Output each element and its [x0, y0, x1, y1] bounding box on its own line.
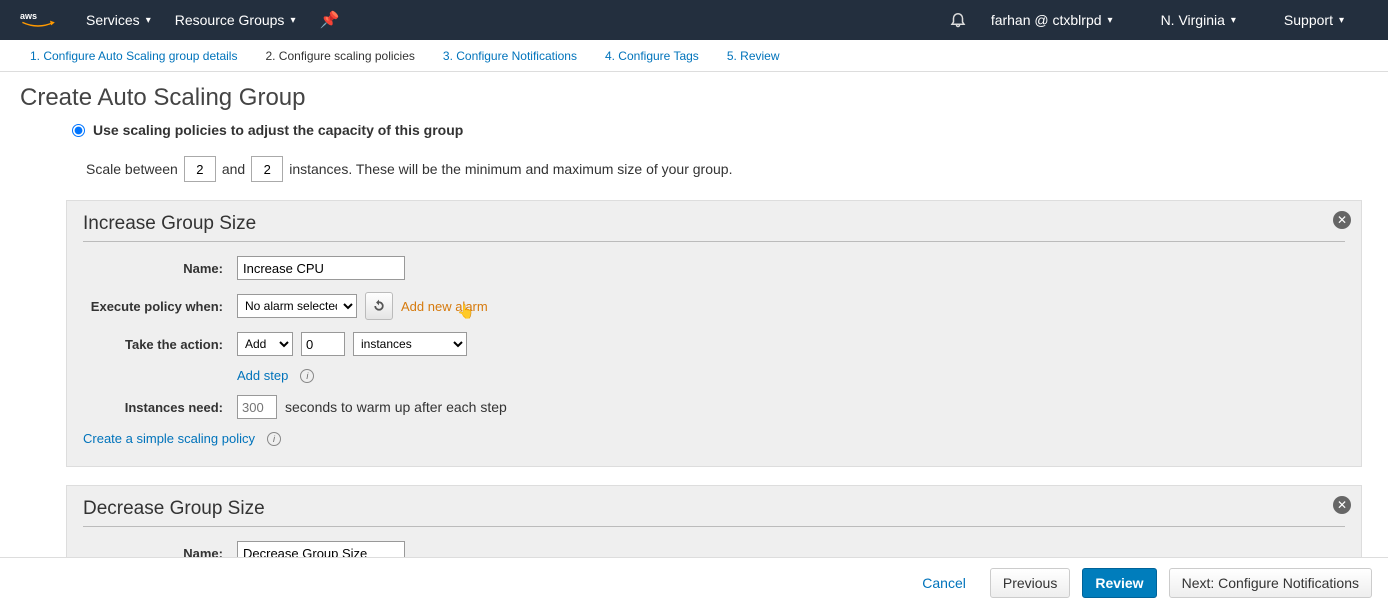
notifications-icon[interactable] [949, 10, 967, 31]
name-row: Name: [83, 256, 1345, 280]
scaling-policies-label: Use scaling policies to adjust the capac… [93, 122, 463, 138]
name-label: Name: [83, 546, 223, 558]
wizard-footer: Cancel Previous Review Next: Configure N… [0, 557, 1388, 607]
increase-group-panel: ✕ Increase Group Size Name: Execute poli… [66, 200, 1362, 467]
aws-logo[interactable]: aws [20, 9, 56, 31]
scale-and: and [222, 161, 245, 177]
info-icon[interactable]: i [300, 369, 314, 383]
cursor-pointer-icon: 👆 [457, 303, 474, 320]
step-1[interactable]: 1. Configure Auto Scaling group details [30, 49, 237, 63]
support-label: Support [1284, 12, 1333, 28]
simple-policy-row: Create a simple scaling policy i [83, 431, 1345, 446]
add-new-alarm-link[interactable]: Add new alarm 👆 [401, 299, 488, 314]
support-menu[interactable]: Support ▾ [1284, 12, 1344, 28]
scale-between-row: Scale between and instances. These will … [86, 156, 1368, 182]
close-icon[interactable]: ✕ [1333, 496, 1351, 514]
warmup-row: Instances need: seconds to warm up after… [83, 395, 1345, 419]
next-button[interactable]: Next: Configure Notifications [1169, 568, 1372, 598]
step-3[interactable]: 3. Configure Notifications [443, 49, 577, 63]
name-row: Name: [83, 541, 1345, 557]
resource-groups-menu[interactable]: Resource Groups ▾ [175, 12, 296, 28]
scale-prefix: Scale between [86, 161, 178, 177]
resource-groups-label: Resource Groups [175, 12, 285, 28]
header-right: farhan @ ctxblrpd ▾ N. Virginia ▾ Suppor… [949, 10, 1368, 31]
decrease-group-panel: ✕ Decrease Group Size Name: [66, 485, 1362, 557]
previous-button[interactable]: Previous [990, 568, 1070, 598]
caret-down-icon: ▾ [290, 15, 295, 26]
take-action-row: Take the action: Add instances [83, 332, 1345, 356]
action-value-input[interactable] [301, 332, 345, 356]
take-action-label: Take the action: [83, 337, 223, 352]
scale-min-input[interactable] [184, 156, 216, 182]
region-menu[interactable]: N. Virginia ▾ [1161, 12, 1236, 28]
pin-icon[interactable]: 📌 [319, 10, 339, 30]
review-button[interactable]: Review [1082, 568, 1156, 598]
execute-when-label: Execute policy when: [83, 299, 223, 314]
warmup-label: Instances need: [83, 400, 223, 415]
region-label: N. Virginia [1161, 12, 1225, 28]
global-header: aws Services ▾ Resource Groups ▾ 📌 farha… [0, 0, 1388, 40]
scaling-mode-row: Use scaling policies to adjust the capac… [72, 122, 1368, 138]
add-step-row: Add step i [83, 368, 1345, 383]
decrease-title: Decrease Group Size [83, 498, 265, 520]
page-title: Create Auto Scaling Group [20, 84, 1368, 112]
caret-down-icon: ▾ [1231, 15, 1236, 26]
name-label: Name: [83, 261, 223, 276]
step-4[interactable]: 4. Configure Tags [605, 49, 699, 63]
refresh-alarms-button[interactable] [365, 292, 393, 320]
create-simple-policy-link[interactable]: Create a simple scaling policy [83, 431, 255, 446]
account-menu[interactable]: farhan @ ctxblrpd ▾ [991, 12, 1113, 28]
page-content: Create Auto Scaling Group Use scaling po… [0, 72, 1388, 557]
policy-name-input[interactable] [237, 256, 405, 280]
svg-text:aws: aws [20, 11, 37, 21]
step-5[interactable]: 5. Review [727, 49, 780, 63]
policy-name-input[interactable] [237, 541, 405, 557]
warmup-input[interactable] [237, 395, 277, 419]
caret-down-icon: ▾ [1108, 15, 1113, 26]
scale-suffix: instances. These will be the minimum and… [289, 161, 732, 177]
step-2[interactable]: 2. Configure scaling policies [265, 49, 414, 63]
warmup-suffix: seconds to warm up after each step [285, 399, 507, 415]
caret-down-icon: ▾ [1339, 15, 1344, 26]
panel-header: Decrease Group Size [83, 498, 1345, 527]
services-label: Services [86, 12, 140, 28]
action-type-select[interactable]: Add [237, 332, 293, 356]
add-step-link[interactable]: Add step [237, 368, 288, 383]
alarm-select[interactable]: No alarm selected [237, 294, 357, 318]
panel-header: Increase Group Size [83, 213, 1345, 242]
action-unit-select[interactable]: instances [353, 332, 467, 356]
info-icon[interactable]: i [267, 432, 281, 446]
wizard-steps: 1. Configure Auto Scaling group details … [0, 40, 1388, 72]
account-label: farhan @ ctxblrpd [991, 12, 1102, 28]
scale-max-input[interactable] [251, 156, 283, 182]
caret-down-icon: ▾ [146, 15, 151, 26]
cancel-button[interactable]: Cancel [910, 568, 978, 598]
services-menu[interactable]: Services ▾ [86, 12, 151, 28]
close-icon[interactable]: ✕ [1333, 211, 1351, 229]
increase-title: Increase Group Size [83, 213, 256, 235]
refresh-icon [372, 299, 386, 313]
scaling-policies-radio[interactable] [72, 124, 85, 137]
execute-when-row: Execute policy when: No alarm selected A… [83, 292, 1345, 320]
